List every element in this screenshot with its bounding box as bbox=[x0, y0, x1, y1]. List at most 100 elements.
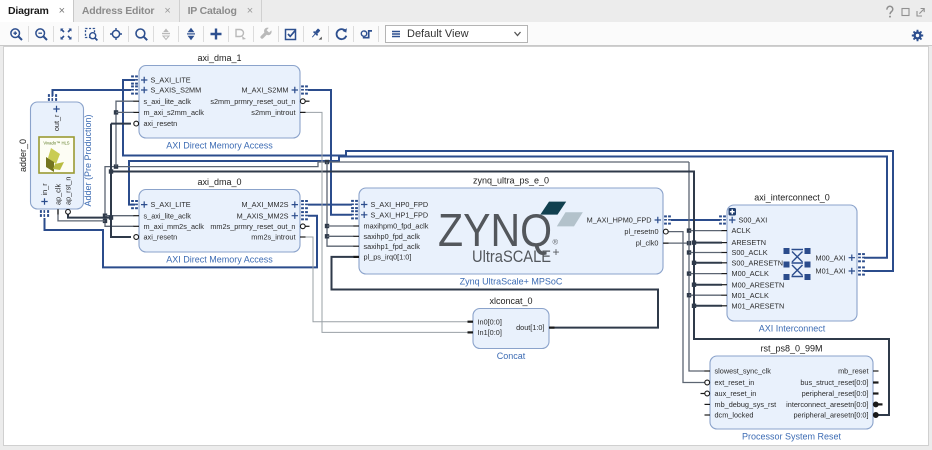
active-low-bubble bbox=[134, 121, 139, 126]
tab-diagram-close-icon[interactable]: × bbox=[59, 5, 65, 17]
block-title: axi_dma_1 bbox=[197, 53, 241, 63]
block-title: adder_0 bbox=[18, 139, 28, 172]
port-label: M01_AXI bbox=[815, 267, 845, 276]
port-label: mb_reset bbox=[838, 367, 868, 376]
net-adder_out_r_to_dma1_s_axis_s2mm[interactable] bbox=[53, 90, 132, 96]
tab-address-editor-close-icon[interactable]: × bbox=[164, 5, 170, 17]
interface-port-icon bbox=[858, 253, 865, 262]
tab-ip-catalog-close-icon[interactable]: × bbox=[247, 5, 253, 17]
help-icon[interactable] bbox=[885, 5, 895, 18]
settings-gear-icon[interactable] bbox=[911, 29, 924, 42]
vivado-hls-logo: Vivado™ HLS bbox=[39, 137, 74, 173]
port-label: out_r bbox=[52, 114, 61, 131]
vivado-diagram-window: { "tabs": [ {"label": "Diagram", "active… bbox=[0, 0, 932, 449]
tab-address-editor[interactable]: Address Editor × bbox=[74, 0, 180, 22]
port-label: pl_resetn0 bbox=[624, 227, 658, 236]
port-label: m_axi_s2mm_aclk bbox=[144, 108, 205, 117]
interface-port-icon bbox=[301, 211, 308, 220]
active-low-bubble bbox=[663, 229, 668, 234]
port-label: S_AXI_HP0_FPD bbox=[371, 200, 429, 209]
toolbar-expand-hierarchy-icon[interactable] bbox=[179, 24, 203, 44]
toolbar-zoom-fit-icon[interactable] bbox=[54, 24, 78, 44]
toolbar-customize-block-icon[interactable] bbox=[254, 24, 278, 44]
interface-port-icon bbox=[131, 85, 138, 94]
toolbar-add-ip-icon[interactable] bbox=[204, 24, 228, 44]
block-type-label: Adder (Pre Production) bbox=[83, 114, 93, 206]
toolbar-zoom-in-icon[interactable] bbox=[4, 24, 28, 44]
block-axi_dma_0[interactable]: axi_dma_0AXI Direct Memory AccessS_AXI_L… bbox=[131, 177, 309, 265]
toolbar-zoom-to-selection-icon[interactable] bbox=[79, 24, 103, 44]
port-label: s_axi_lite_aclk bbox=[144, 97, 192, 106]
window-controls bbox=[885, 4, 925, 19]
diagram-canvas[interactable]: adder_0 Adder (Pre Production) out_r in_r ap… bbox=[3, 46, 929, 446]
port-label: M_AXI_S2MM bbox=[241, 86, 288, 95]
port-label: M00_ACLK bbox=[732, 269, 769, 278]
tab-bar: Diagram × Address Editor × IP Catalog × bbox=[0, 0, 932, 23]
view-selector-value: Default View bbox=[407, 28, 513, 40]
block-axi_dma_1[interactable]: axi_dma_1 AXI Direct Memory Access S_AXI_L… bbox=[131, 53, 309, 151]
interface-port-icon bbox=[719, 215, 726, 224]
port-label: ap_clk bbox=[54, 184, 63, 205]
net-pl_resetn0_to_ext_reset_in[interactable] bbox=[667, 232, 706, 383]
port-label: M_AXI_HPM0_FPD bbox=[587, 216, 652, 225]
port-label: in_r bbox=[40, 183, 49, 196]
port-label: saxihp1_fpd_aclk bbox=[364, 242, 421, 251]
toolbar-autofit-selection-icon[interactable] bbox=[104, 24, 128, 44]
port-label: s2mm_introut bbox=[251, 108, 295, 117]
block-adder_0[interactable]: adder_0 Adder (Pre Production) out_r in_r ap… bbox=[18, 94, 93, 217]
port-label: S00_AXI bbox=[739, 216, 768, 225]
block-type-label: AXI Interconnect bbox=[759, 324, 826, 334]
view-selector[interactable]: Default View bbox=[385, 25, 528, 43]
tab-ip-catalog-label: IP Catalog bbox=[188, 5, 237, 17]
interface-port-icon bbox=[48, 94, 57, 101]
port-label: ARESETN bbox=[732, 238, 766, 247]
interface-port-icon bbox=[858, 266, 865, 275]
port-label: S00_ARESETN bbox=[732, 258, 784, 267]
toolbar-optimize-routing-icon[interactable] bbox=[354, 24, 378, 44]
float-icon[interactable] bbox=[916, 5, 925, 18]
toolbar-collapse-hierarchy-icon[interactable] bbox=[154, 24, 178, 44]
active-low-bubble bbox=[300, 99, 305, 104]
block-title: axi_interconnect_0 bbox=[754, 193, 830, 203]
tab-diagram[interactable]: Diagram × bbox=[0, 0, 74, 22]
interface-port-icon bbox=[40, 210, 49, 217]
port-label: maxihpm0_fpd_aclk bbox=[364, 222, 429, 231]
port-label: M00_AXI bbox=[815, 253, 845, 262]
port-label: M01_ARESETN bbox=[732, 301, 785, 310]
block-type-label: Processor System Reset bbox=[742, 432, 842, 442]
maximize-icon[interactable] bbox=[901, 5, 910, 18]
block-axi_interconnect_0[interactable]: axi_interconnect_0 AXI Interconnect S00_AX… bbox=[719, 193, 865, 334]
block-title: rst_ps8_0_99M bbox=[760, 344, 822, 354]
block-zynq_ultra_ps_e_0[interactable]: zynq_ultra_ps_e_0Zynq UltraScale+ MPSoCS… bbox=[351, 176, 671, 287]
port-label: M01_ACLK bbox=[732, 291, 769, 300]
port-label: S_AXI_LITE bbox=[151, 76, 191, 85]
tab-ip-catalog[interactable]: IP Catalog × bbox=[180, 0, 262, 22]
block-design-svg: adder_0 Adder (Pre Production) out_r in_r ap… bbox=[4, 47, 928, 445]
toolbar-regenerate-layout-icon[interactable] bbox=[329, 24, 353, 44]
active-low-bubble bbox=[705, 380, 710, 385]
port-label: S00_ACLK bbox=[732, 248, 768, 257]
port-label: aux_reset_in bbox=[715, 389, 757, 398]
block-type-label: Zynq UltraScale+ MPSoC bbox=[460, 277, 563, 287]
toolbar-zoom-out-icon[interactable] bbox=[29, 24, 53, 44]
port-label: mm2s_prmry_reset_out_n bbox=[210, 222, 295, 231]
toolbar-pin-icon[interactable] bbox=[304, 24, 328, 44]
block-xlconcat_0[interactable]: xlconcat_0ConcatIn0[0:0]In1[0:0]dout[1:0… bbox=[468, 296, 555, 361]
block-type-label: AXI Direct Memory Access bbox=[166, 141, 273, 151]
active-low-bubble bbox=[66, 209, 71, 214]
port-label: In0[0:0] bbox=[478, 317, 502, 326]
toolbar-run-block-automation-icon[interactable] bbox=[229, 24, 253, 44]
interface-port-icon bbox=[301, 85, 308, 94]
toolbar-validate-design-icon[interactable] bbox=[279, 24, 303, 44]
svg-text:Vivado™ HLS: Vivado™ HLS bbox=[43, 141, 69, 146]
svg-text:+: + bbox=[553, 245, 560, 259]
view-selector-icon bbox=[391, 29, 401, 39]
port-label: mm2s_introut bbox=[251, 233, 295, 242]
block-rst_ps8_0_99M[interactable]: rst_ps8_0_99MProcessor System Resetslowe… bbox=[701, 344, 883, 442]
port-label: ap_rst_n bbox=[64, 177, 73, 205]
block-title: xlconcat_0 bbox=[489, 296, 532, 306]
net-clk_dma1_branch[interactable] bbox=[116, 101, 134, 166]
toolbar-search-icon[interactable] bbox=[129, 24, 153, 44]
active-low-bubble bbox=[300, 224, 305, 229]
net-clk_adder_tap[interactable] bbox=[58, 210, 105, 221]
